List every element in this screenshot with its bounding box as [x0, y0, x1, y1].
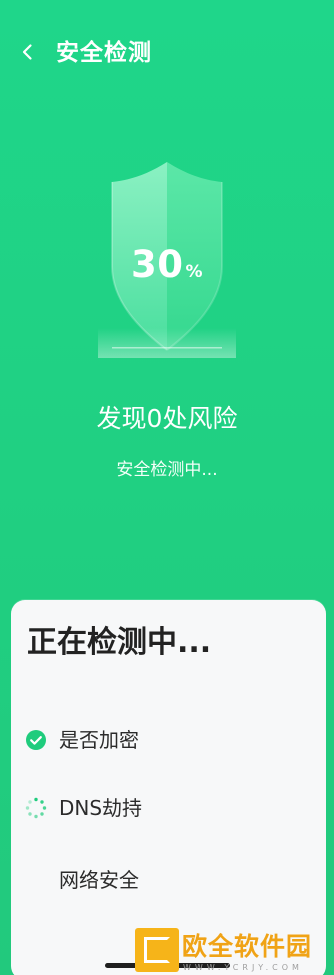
back-button[interactable] — [14, 38, 42, 66]
top-bar: 安全检测 — [0, 0, 334, 104]
chevron-left-icon — [22, 44, 32, 60]
scan-status: 安全检测中... — [116, 460, 218, 480]
progress-unit: % — [185, 262, 204, 282]
page-title: 安全检测 — [56, 40, 152, 66]
watermark-url: WWW.YCRJY.COM — [183, 963, 303, 972]
check-item-network: 网络安全 — [25, 864, 139, 896]
security-check-screen: 安全检测 30 % 发现0处风险 安全检测中... 正在检测中... 是否加密 … — [0, 0, 334, 975]
check-item-label: DNS劫持 — [59, 796, 143, 820]
risk-summary: 发现0处风险 — [96, 404, 238, 433]
loading-spinner-icon — [25, 797, 47, 819]
progress-percent: 30% — [0, 243, 334, 286]
check-circle-icon — [25, 729, 47, 751]
watermark-logo-icon — [135, 928, 179, 972]
progress-value: 30 — [130, 243, 184, 286]
panel-title: 正在检测中... — [27, 625, 212, 660]
check-item-dns: DNS劫持 — [25, 792, 142, 824]
check-item-label: 是否加密 — [59, 728, 139, 752]
check-item-encryption: 是否加密 — [25, 724, 139, 756]
check-item-label: 网络安全 — [59, 868, 139, 892]
pending-slot — [25, 869, 47, 891]
site-watermark: 欧全软件园 WWW.YCRJY.COM — [135, 925, 329, 975]
watermark-text: 欧全软件园 — [182, 932, 313, 961]
detection-panel: 正在检测中... 是否加密 DNS劫持 网络安全 — [11, 600, 326, 975]
shield-progress: 30% — [0, 150, 334, 380]
